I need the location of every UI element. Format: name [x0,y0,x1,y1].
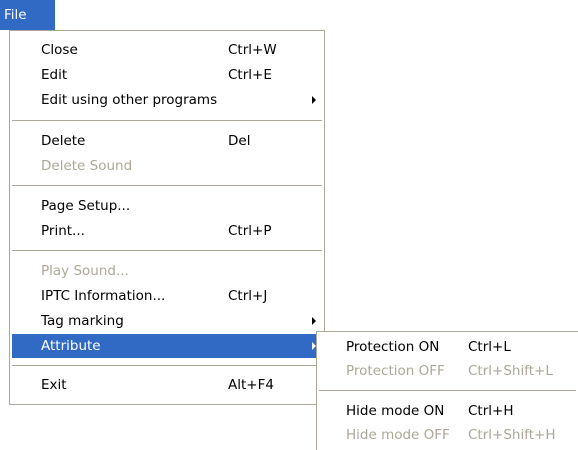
menu-item-edit-label: Edit [41,67,68,83]
menubar-file[interactable]: File [0,0,55,30]
menu-item-print[interactable]: Print... Ctrl+P [12,219,322,243]
menu-item-edit[interactable]: Edit Ctrl+E [12,63,322,87]
menu-item-iptc-information[interactable]: IPTC Information... Ctrl+J [12,284,322,308]
menu-item-edit-other-programs-label: Edit using other programs [41,92,218,108]
menu-item-page-setup-label: Page Setup... [41,198,131,214]
menu-item-play-sound: Play Sound... [12,259,322,283]
menu-item-protection-off-shortcut: Ctrl+Shift+L [468,363,553,379]
menu-item-tag-marking-label: Tag marking [41,313,124,329]
menu-item-edit-other-programs[interactable]: Edit using other programs [12,88,322,112]
menu-item-attribute-label: Attribute [41,338,101,354]
menu-item-hide-mode-off-shortcut: Ctrl+Shift+H [468,427,556,443]
menu-item-hide-mode-off: Hide mode OFF Ctrl+Shift+H [319,423,576,447]
menu-separator [12,120,322,121]
menu-separator [319,390,576,391]
menu-item-protection-on-label: Protection ON [346,339,440,355]
menu-separator [12,365,322,366]
menu-item-close-shortcut: Ctrl+W [228,42,277,58]
submenu-arrow-icon [312,96,316,104]
menu-item-protection-on[interactable]: Protection ON Ctrl+L [319,335,576,359]
submenu-arrow-icon [312,317,316,325]
attribute-submenu: Protection ON Ctrl+L Protection OFF Ctrl… [316,331,578,450]
menu-item-protection-off: Protection OFF Ctrl+Shift+L [319,359,576,383]
menu-item-attribute[interactable]: Attribute [12,334,322,358]
menu-item-hide-mode-off-label: Hide mode OFF [346,427,450,443]
menu-item-iptc-information-shortcut: Ctrl+J [228,288,268,304]
file-menu: Close Ctrl+W Edit Ctrl+E Edit using othe… [9,30,325,405]
menu-item-tag-marking[interactable]: Tag marking [12,309,322,333]
menu-item-delete-sound-label: Delete Sound [41,158,133,174]
menu-item-edit-shortcut: Ctrl+E [228,67,272,83]
menu-item-exit-label: Exit [41,377,67,393]
menu-screen: File Close Ctrl+W Edit Ctrl+E Edit using… [0,0,578,450]
menu-item-protection-on-shortcut: Ctrl+L [468,339,511,355]
menu-item-delete-shortcut: Del [228,133,251,149]
menu-item-hide-mode-on[interactable]: Hide mode ON Ctrl+H [319,399,576,423]
menu-separator [12,185,322,186]
menu-item-exit-shortcut: Alt+F4 [228,377,274,393]
menu-item-print-label: Print... [41,223,85,239]
menu-item-hide-mode-on-shortcut: Ctrl+H [468,403,514,419]
menu-separator [12,250,322,251]
menu-item-print-shortcut: Ctrl+P [228,223,272,239]
menu-item-page-setup[interactable]: Page Setup... [12,194,322,218]
menu-item-iptc-information-label: IPTC Information... [41,288,166,304]
menu-item-close[interactable]: Close Ctrl+W [12,38,322,62]
menu-item-protection-off-label: Protection OFF [346,363,445,379]
menu-item-hide-mode-on-label: Hide mode ON [346,403,445,419]
menu-item-close-label: Close [41,42,78,58]
menu-item-delete-label: Delete [41,133,86,149]
menu-item-play-sound-label: Play Sound... [41,263,129,279]
menu-item-delete[interactable]: Delete Del [12,129,322,153]
menu-item-delete-sound: Delete Sound [12,154,322,178]
menu-item-exit[interactable]: Exit Alt+F4 [12,373,322,397]
menubar-file-label: File [4,7,27,23]
